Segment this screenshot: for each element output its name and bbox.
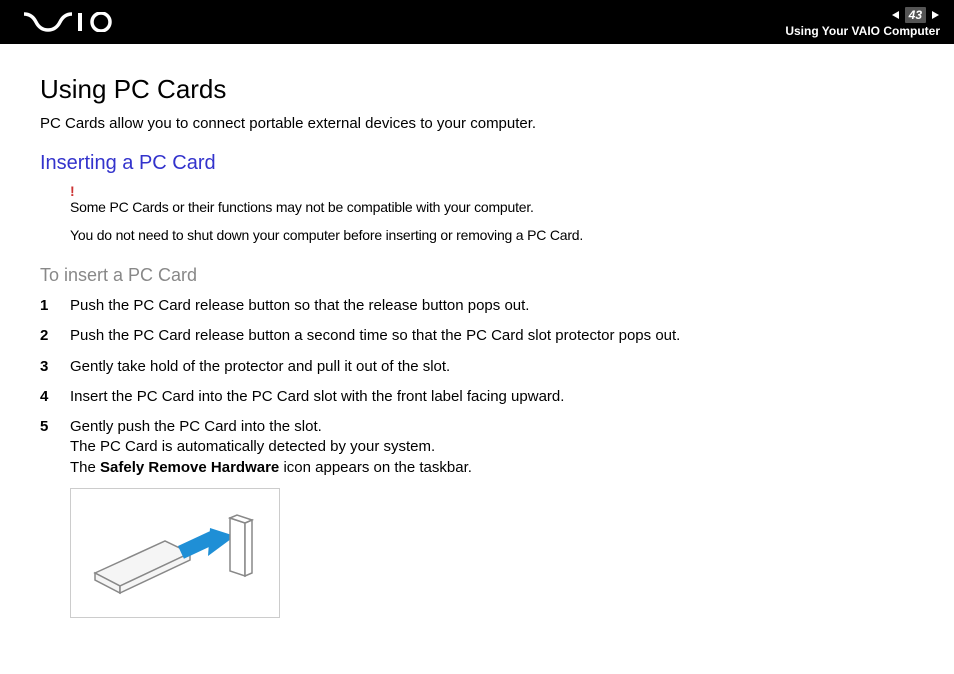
steps-list: Push the PC Card release button so that … — [40, 296, 914, 478]
step-5-line3-pre: The — [70, 459, 100, 476]
warning-text-2: You do not need to shut down your comput… — [70, 227, 914, 243]
step-3: Gently take hold of the protector and pu… — [40, 357, 914, 377]
warning-block: ! Some PC Cards or their functions may n… — [70, 183, 914, 243]
step-5-line2: The PC Card is automatically detected by… — [70, 437, 914, 457]
warning-icon: ! — [70, 183, 914, 199]
vaio-logo — [24, 12, 119, 32]
step-1: Push the PC Card release button so that … — [40, 296, 914, 316]
subsection-title: Inserting a PC Card — [40, 152, 914, 175]
page-content: Using PC Cards PC Cards allow you to con… — [0, 44, 954, 618]
step-5-line3-bold: Safely Remove Hardware — [100, 459, 279, 476]
step-2: Push the PC Card release button a second… — [40, 326, 914, 346]
header-bar: 43 Using Your VAIO Computer — [0, 0, 954, 44]
warning-text-1: Some PC Cards or their functions may not… — [70, 199, 914, 215]
step-5-line1: Gently push the PC Card into the slot. — [70, 417, 914, 437]
procedure-title: To insert a PC Card — [40, 265, 914, 286]
step-5: Gently push the PC Card into the slot. T… — [40, 417, 914, 478]
next-page-arrow-icon[interactable] — [930, 10, 940, 20]
header-right: 43 Using Your VAIO Computer — [785, 7, 940, 38]
section-title: Using Your VAIO Computer — [785, 24, 940, 38]
page-title: Using PC Cards — [40, 74, 914, 105]
prev-page-arrow-icon[interactable] — [891, 10, 901, 20]
step-5-line3: The Safely Remove Hardware icon appears … — [70, 458, 914, 478]
intro-text: PC Cards allow you to connect portable e… — [40, 115, 914, 132]
step-5-line3-post: icon appears on the taskbar. — [279, 459, 472, 476]
pager: 43 — [891, 7, 940, 23]
pc-card-illustration — [70, 488, 280, 618]
step-4: Insert the PC Card into the PC Card slot… — [40, 387, 914, 407]
page-number: 43 — [905, 7, 926, 23]
